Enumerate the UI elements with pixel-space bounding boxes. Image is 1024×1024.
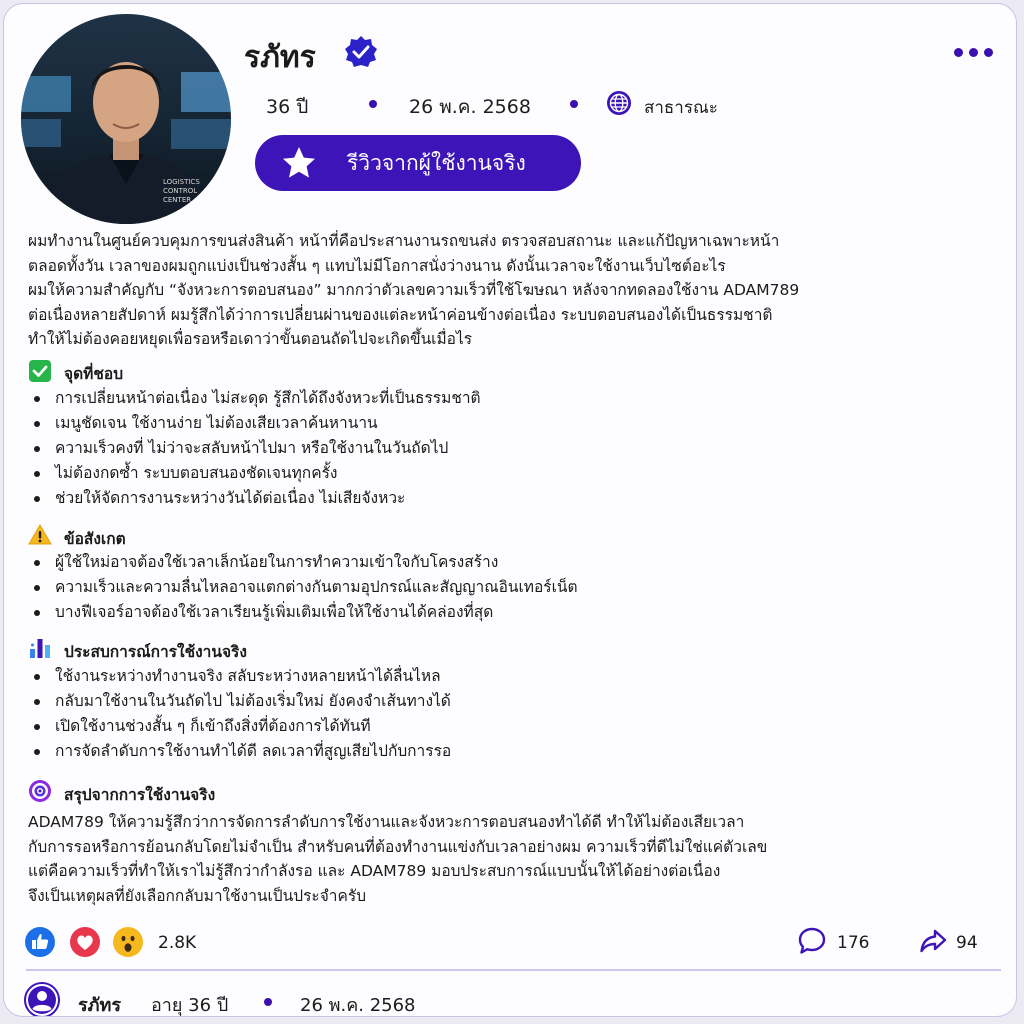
verified-badge-icon [345, 36, 377, 67]
love-icon[interactable] [69, 926, 101, 958]
footer-age: อายุ 36 ปี [151, 995, 229, 1016]
share-icon[interactable] [918, 926, 948, 956]
comment-icon[interactable] [797, 926, 827, 956]
separator-dot [570, 100, 578, 108]
intro-line: ผมให้ความสำคัญกับ “จังหวะการตอบสนอง” มาก… [28, 281, 800, 299]
likes-title: จุดที่ชอบ [64, 365, 124, 383]
summary-line: แต่คือความเร็วที่ทำให้เราไม่รู้สึกว่ากำล… [28, 862, 721, 880]
review-card: LOGISTICS CONTROL CENTER รภัทร 36 ปี 26 … [3, 3, 1017, 1017]
dot-1 [954, 48, 963, 57]
notes-list: ผู้ใช้ใหม่อาจต้องใช้เวลาเล็กน้อยในการทำค… [28, 550, 578, 625]
like-icon[interactable] [24, 926, 56, 958]
separator-dot [369, 100, 377, 108]
share-count: 94 [956, 933, 978, 953]
list-item: ผู้ใช้ใหม่อาจต้องใช้เวลาเล็กน้อยในการทำค… [28, 550, 578, 575]
list-item: บางฟีเจอร์อาจต้องใช้เวลาเรียนรู้เพิ่มเติ… [28, 600, 578, 625]
summary-paragraph: ADAM789 ให้ความรู้สึกว่าการจัดการลำดับกา… [28, 810, 767, 908]
target-icon [29, 780, 51, 802]
intro-line: ทำให้ไม่ต้องคอยหยุดเพื่อรอหรือเดาว่าขั้น… [28, 330, 473, 348]
profile-name[interactable]: รภัทร [244, 34, 316, 81]
divider [26, 969, 1001, 971]
summary-title: สรุปจากการใช้งานจริง [64, 786, 216, 804]
bar-chart-icon [30, 639, 50, 658]
dot-3 [984, 48, 993, 57]
intro-line: ต่อเนื่องหลายสัปดาห์ ผมรู้สึกได้ว่าการเป… [28, 305, 773, 324]
list-item: ไม่ต้องกดซ้ำ ระบบตอบสนองชัดเจนทุกครั้ง [28, 461, 481, 486]
globe-icon [607, 91, 631, 115]
avatar[interactable]: LOGISTICS CONTROL CENTER [21, 14, 231, 224]
intro-paragraph: ผมทำงานในศูนย์ควบคุมการขนส่งสินค้า หน้าท… [28, 229, 799, 352]
intro-line: ตลอดทั้งวัน เวลาของผมถูกแบ่งเป็นช่วงสั้น… [28, 256, 726, 275]
check-icon [29, 360, 51, 382]
review-button-label: รีวิวจากผู้ใช้งานจริง [347, 150, 526, 175]
wow-icon[interactable] [112, 926, 144, 958]
list-item: ความเร็วคงที่ ไม่ว่าจะสลับหน้าไปมา หรือใ… [28, 436, 481, 461]
summary-line: ADAM789 ให้ความรู้สึกว่าการจัดการลำดับกา… [28, 813, 745, 831]
notes-title: ข้อสังเกต [64, 530, 126, 548]
list-item: ความเร็วและความลื่นไหลอาจแตกต่างกันตามอุ… [28, 575, 578, 600]
experience-title: ประสบการณ์การใช้งานจริง [64, 643, 247, 661]
more-options-button[interactable] [954, 48, 993, 57]
experience-list: ใช้งานระหว่างทำงานจริง สลับระหว่างหลายหน… [28, 664, 451, 764]
profile-age: 36 ปี [266, 96, 309, 118]
dot-2 [969, 48, 978, 57]
footer-name[interactable]: รภัทร [78, 990, 121, 1016]
avatar-badge-line-1: LOGISTICS [163, 178, 200, 186]
list-item: เปิดใช้งานช่วงสั้น ๆ ก็เข้าถึงสิ่งที่ต้อ… [28, 714, 451, 739]
visibility-label[interactable]: สาธารณะ [644, 94, 718, 121]
list-item: ช่วยให้จัดการงานระหว่างวันได้ต่อเนื่อง ไ… [28, 486, 481, 511]
avatar-badge-line-2: CONTROL [163, 187, 197, 195]
list-item: ใช้งานระหว่างทำงานจริง สลับระหว่างหลายหน… [28, 664, 451, 689]
user-avatar-icon[interactable] [24, 982, 60, 1017]
avatar-badge-line-3: CENTER [163, 196, 191, 204]
list-item: กลับมาใช้งานในวันถัดไป ไม่ต้องเริ่มใหม่ … [28, 689, 451, 714]
summary-line: จึงเป็นเหตุผลที่ยังเลือกกลับมาใช้งานเป็น… [28, 886, 367, 905]
star-icon [283, 147, 315, 178]
intro-line: ผมทำงานในศูนย์ควบคุมการขนส่งสินค้า หน้าท… [28, 232, 780, 250]
list-item: การเปลี่ยนหน้าต่อเนื่อง ไม่สะดุด รู้สึกไ… [28, 386, 481, 411]
summary-line: กับการรอหรือการย้อนกลับโดยไม่จำเป็น สำหร… [28, 837, 768, 856]
list-item: การจัดลำดับการใช้งานทำได้ดี ลดเวลาที่สูญ… [28, 739, 451, 764]
list-item: เมนูชัดเจน ใช้งานง่าย ไม่ต้องเสียเวลาค้น… [28, 411, 481, 436]
warning-icon [28, 524, 52, 545]
comment-count: 176 [837, 933, 870, 953]
footer-date: 26 พ.ค. 2568 [300, 995, 416, 1016]
verified-review-button[interactable]: รีวิวจากผู้ใช้งานจริง [255, 135, 581, 191]
likes-list: การเปลี่ยนหน้าต่อเนื่อง ไม่สะดุด รู้สึกไ… [28, 386, 481, 511]
separator-dot [264, 998, 272, 1006]
reaction-count[interactable]: 2.8K [158, 933, 196, 953]
post-date: 26 พ.ค. 2568 [409, 96, 531, 118]
